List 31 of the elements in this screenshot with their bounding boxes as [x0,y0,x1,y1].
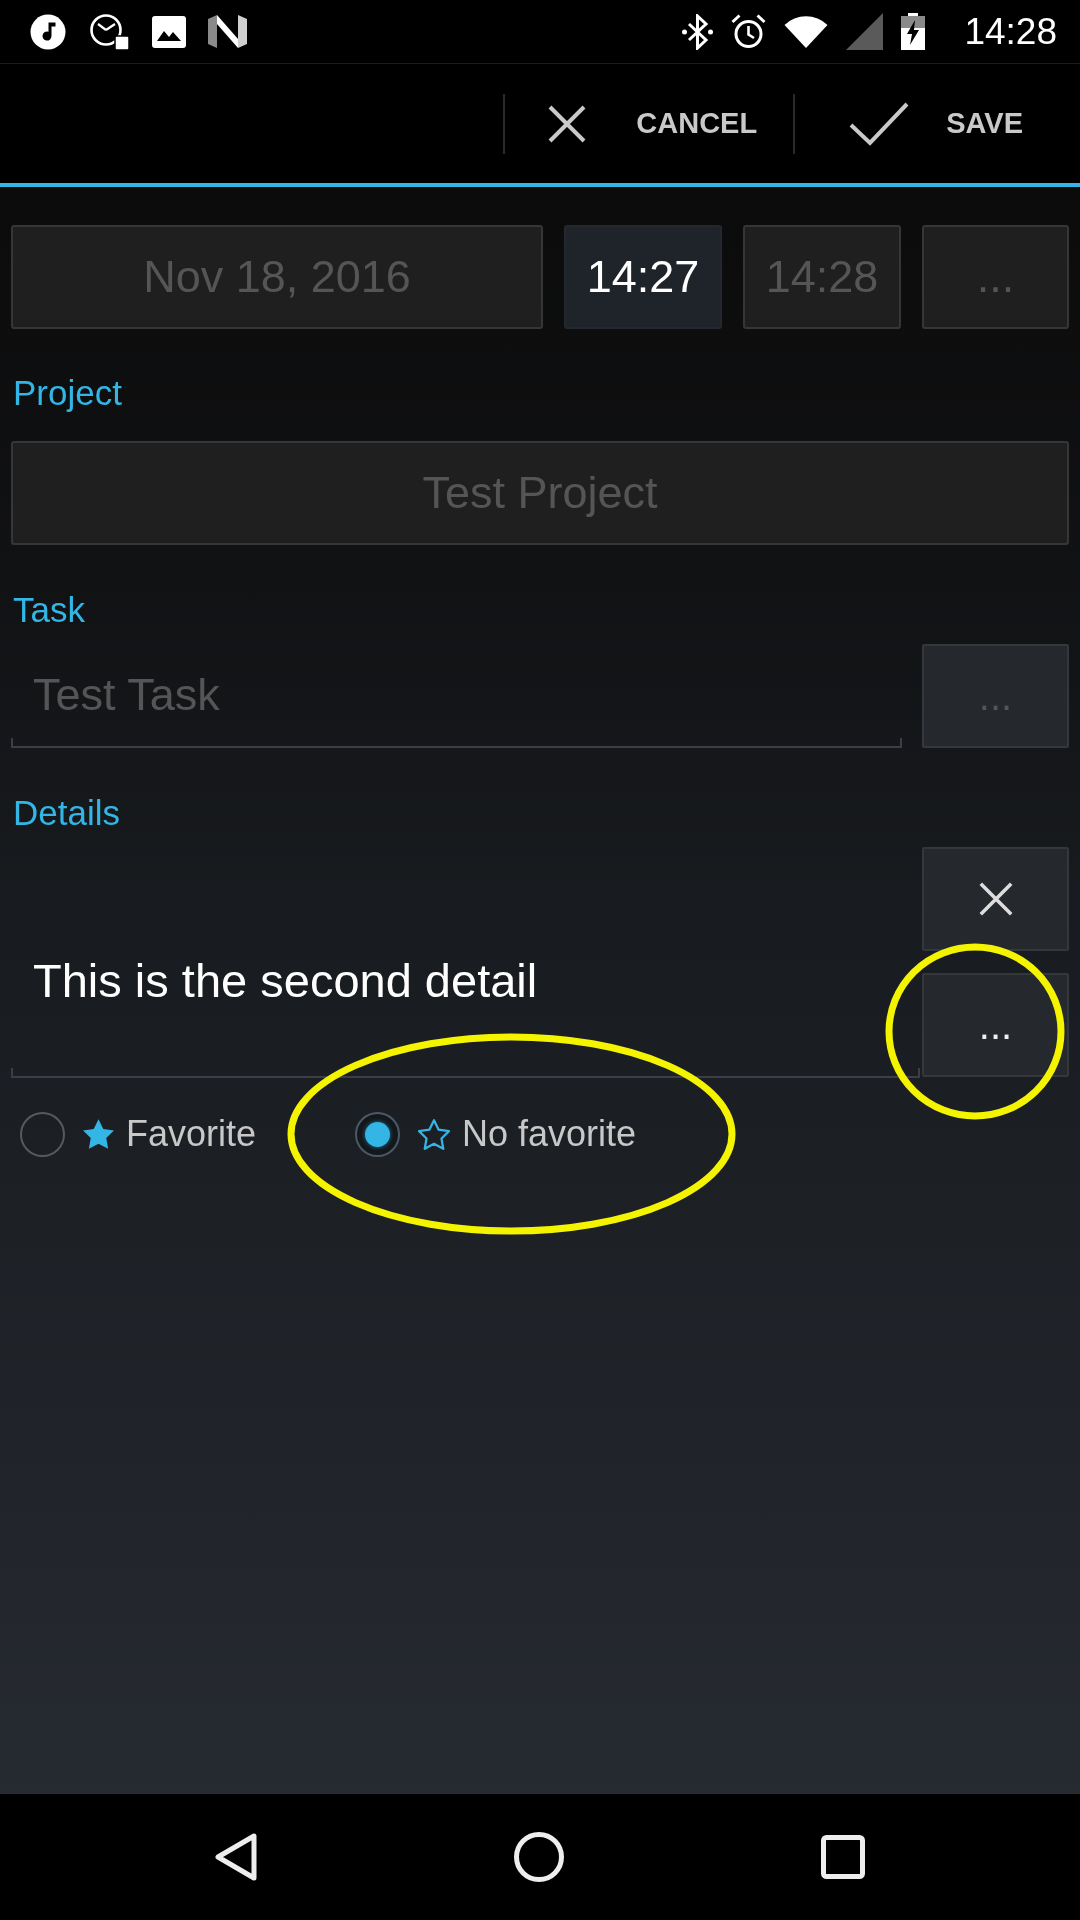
section-label: Task [12,590,85,630]
image-icon [152,15,186,48]
option-label[interactable]: Favorite [126,1113,257,1155]
option-label[interactable]: No favorite [462,1113,637,1155]
back-icon[interactable] [215,1833,257,1881]
signal-icon [846,13,884,50]
radio-button[interactable] [20,1111,65,1157]
wifi-icon [784,15,829,48]
home-icon[interactable] [514,1832,564,1882]
star-outline-icon [418,1118,451,1150]
save-button[interactable]: SAVE [795,64,1080,183]
radio-button[interactable] [355,1111,401,1157]
close-icon [548,104,587,143]
status-time: 14:28 [964,13,1057,50]
clock-icon [89,12,130,51]
cancel-button[interactable]: CANCEL [505,64,794,183]
more-button[interactable]: ... [922,973,1069,1077]
star-icon [83,1119,114,1149]
bluetooth-icon [682,13,714,50]
logo-icon [208,15,247,48]
alarm-icon [731,14,767,49]
section-label: Project [12,373,122,413]
remove-button[interactable] [922,847,1069,951]
battery-charging-icon [901,13,926,50]
recents-icon[interactable] [821,1835,865,1879]
check-icon [849,101,910,146]
section-label: Details [12,793,120,833]
detail-input[interactable]: This is the second detail [11,847,920,1078]
time-field[interactable]: 14:27 [564,225,722,329]
music-note-icon [29,13,67,50]
close-icon [978,882,1013,916]
